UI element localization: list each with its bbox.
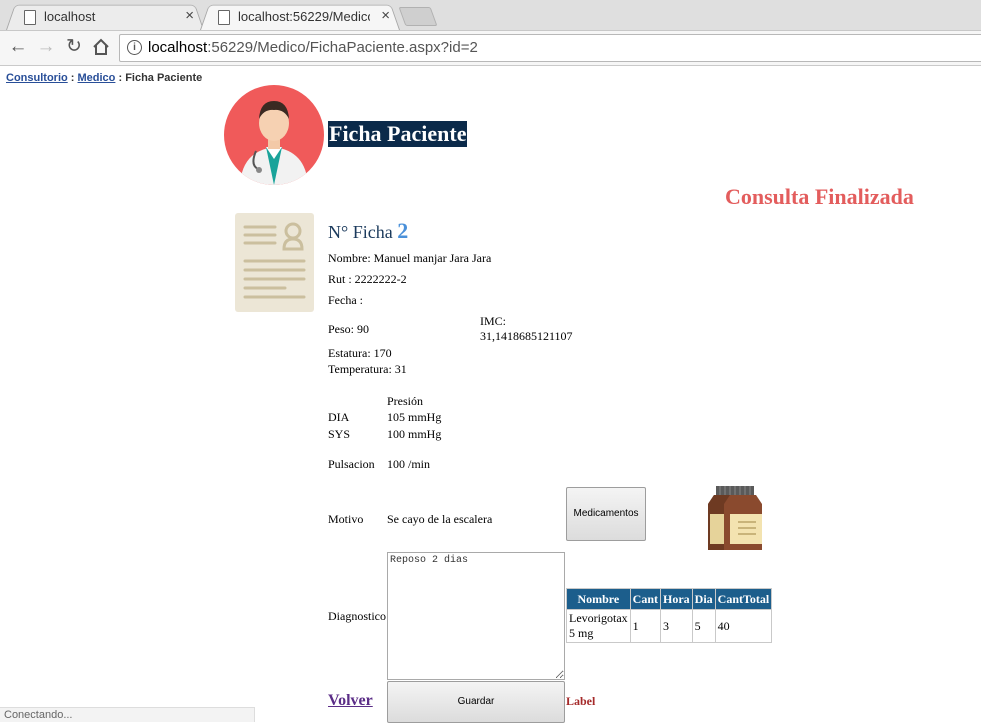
browser-toolbar: ← → ↻ i localhost:56229/Medico/FichaPaci… bbox=[0, 31, 981, 66]
dia-value: 105 mmHg bbox=[387, 410, 442, 424]
tab-strip: localhost × localhost:56229/Medico/ × bbox=[0, 0, 981, 31]
ficha-number: N° Ficha 2 bbox=[328, 218, 409, 243]
table-row: Levorigotax 5 mg 1 3 5 40 bbox=[566, 609, 773, 643]
patient-fecha: Fecha : bbox=[328, 293, 363, 307]
info-icon[interactable]: i bbox=[127, 40, 142, 55]
table-header: Nombre bbox=[566, 588, 631, 610]
table-cell: 5 bbox=[691, 609, 716, 643]
patient-imc: IMC: 31,1418685121107 bbox=[480, 314, 573, 343]
motivo-label: Motivo bbox=[328, 512, 364, 526]
status-text: Consulta Finalizada bbox=[725, 184, 914, 209]
sys-label: SYS bbox=[328, 427, 351, 441]
breadcrumb: Consultorio : Medico : Ficha Paciente bbox=[6, 72, 203, 84]
diagnostico-label: Diagnostico bbox=[328, 609, 386, 623]
table-cell: 40 bbox=[714, 609, 773, 643]
table-header: CantTotal bbox=[714, 588, 773, 610]
close-tab-icon[interactable]: × bbox=[381, 7, 390, 24]
diagnostico-textarea[interactable]: Reposo 2 dias bbox=[387, 552, 565, 680]
breadcrumb-link-medico[interactable]: Medico bbox=[78, 72, 116, 84]
browser-tab-1[interactable]: localhost × bbox=[6, 2, 204, 30]
presion-label: Presión bbox=[387, 394, 423, 408]
table-header: Cant bbox=[629, 588, 662, 610]
motivo-value: Se cayo de la escalera bbox=[387, 512, 493, 526]
address-bar[interactable]: i localhost:56229/Medico/FichaPaciente.a… bbox=[119, 34, 981, 62]
table-header: Hora bbox=[660, 588, 693, 610]
patient-rut: Rut : 2222222-2 bbox=[328, 272, 407, 286]
patient-record-icon bbox=[235, 213, 314, 312]
table-cell: 1 bbox=[629, 609, 662, 643]
reload-icon[interactable]: ↻ bbox=[62, 35, 86, 59]
doctor-avatar-icon bbox=[224, 85, 324, 185]
page-title: Ficha Paciente bbox=[328, 121, 468, 147]
page-icon bbox=[218, 10, 230, 25]
breadcrumb-current: Ficha Paciente bbox=[125, 72, 203, 84]
tab-title: localhost bbox=[44, 9, 96, 24]
new-tab-button[interactable] bbox=[398, 7, 438, 26]
patient-estatura: Estatura: 170 bbox=[328, 346, 392, 360]
table-header: Dia bbox=[691, 588, 716, 610]
status-label: Label bbox=[566, 694, 596, 708]
url-text: localhost:56229/Medico/FichaPaciente.asp… bbox=[148, 39, 478, 56]
patient-peso: Peso: 90 bbox=[328, 322, 370, 336]
guardar-button[interactable]: Guardar bbox=[387, 681, 565, 723]
forward-icon[interactable]: → bbox=[34, 35, 58, 59]
tab-title: localhost:56229/Medico/ bbox=[238, 9, 370, 24]
medicine-bottle-icon bbox=[708, 486, 762, 550]
patient-temperatura: Temperatura: 31 bbox=[328, 362, 407, 376]
medicamentos-button[interactable]: Medicamentos bbox=[566, 487, 646, 541]
volver-link[interactable]: Volver bbox=[328, 692, 373, 710]
browser-tab-2-active[interactable]: localhost:56229/Medico/ × bbox=[200, 2, 400, 30]
close-tab-icon[interactable]: × bbox=[185, 7, 194, 24]
table-cell: 3 bbox=[660, 609, 693, 643]
patient-name: Nombre: Manuel manjar Jara Jara bbox=[328, 251, 492, 265]
breadcrumb-link-consultorio[interactable]: Consultorio bbox=[6, 72, 68, 84]
page-icon bbox=[24, 10, 36, 25]
back-icon[interactable]: ← bbox=[6, 35, 30, 59]
browser-status-bar: Conectando... bbox=[0, 707, 255, 722]
table-cell: Levorigotax 5 mg bbox=[566, 609, 631, 643]
medications-table: Nombre Cant Hora Dia CantTotal Levorigot… bbox=[566, 588, 773, 643]
pulsacion-label: Pulsacion bbox=[328, 457, 375, 471]
dia-label: DIA bbox=[328, 410, 350, 424]
sys-value: 100 mmHg bbox=[387, 427, 442, 441]
home-icon[interactable] bbox=[89, 35, 113, 59]
pulsacion-value: 100 /min bbox=[387, 457, 431, 471]
